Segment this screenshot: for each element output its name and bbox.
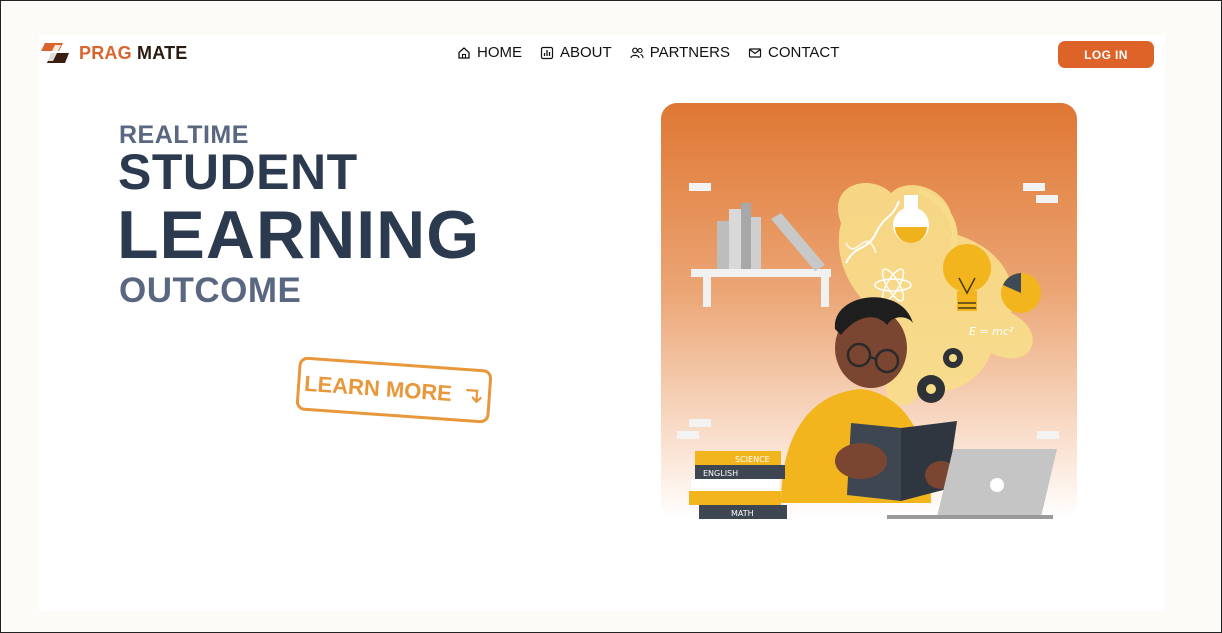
chart-icon [540, 46, 554, 59]
formula-text: E = mc² [969, 325, 1014, 338]
book-english-label: ENGLISH [703, 469, 738, 478]
book-science-label: SCIENCE [735, 455, 770, 464]
brand-logo[interactable]: PRAG MATE [41, 41, 187, 65]
book-math-label: MATH [731, 509, 754, 518]
hero-subtitle: OUTCOME [119, 271, 302, 310]
hero-illustration: E = mc² SCIENCE ENGLISH MATH [661, 103, 1077, 519]
nav-contact[interactable]: CONTACT [748, 44, 839, 61]
nav-contact-label: CONTACT [767, 44, 840, 61]
arrow-down-right-icon [466, 389, 482, 403]
learn-more-label: LEARN MORE [303, 370, 453, 407]
hero-title-line-2: LEARNING [117, 197, 481, 273]
logo-mark-icon [41, 43, 69, 63]
nav-partners[interactable]: PARTNERS [630, 44, 730, 61]
nav-about-label: ABOUT [560, 44, 612, 61]
main-nav: HOME ABOUT PARTNERS CONTACT [457, 44, 839, 61]
mail-icon [748, 47, 762, 58]
home-icon [458, 46, 470, 59]
users-icon [630, 47, 644, 58]
nav-home-label: HOME [477, 44, 522, 61]
student-reading-illustration: E = mc² SCIENCE ENGLISH MATH [661, 103, 1077, 519]
login-button[interactable]: LOG IN [1058, 41, 1154, 68]
hero-title-line-1: STUDENT [118, 144, 358, 200]
nav-partners-label: PARTNERS [649, 44, 730, 61]
nav-home[interactable]: HOME [457, 44, 522, 61]
nav-about[interactable]: ABOUT [540, 44, 612, 61]
brand-name: PRAG MATE [79, 42, 188, 63]
